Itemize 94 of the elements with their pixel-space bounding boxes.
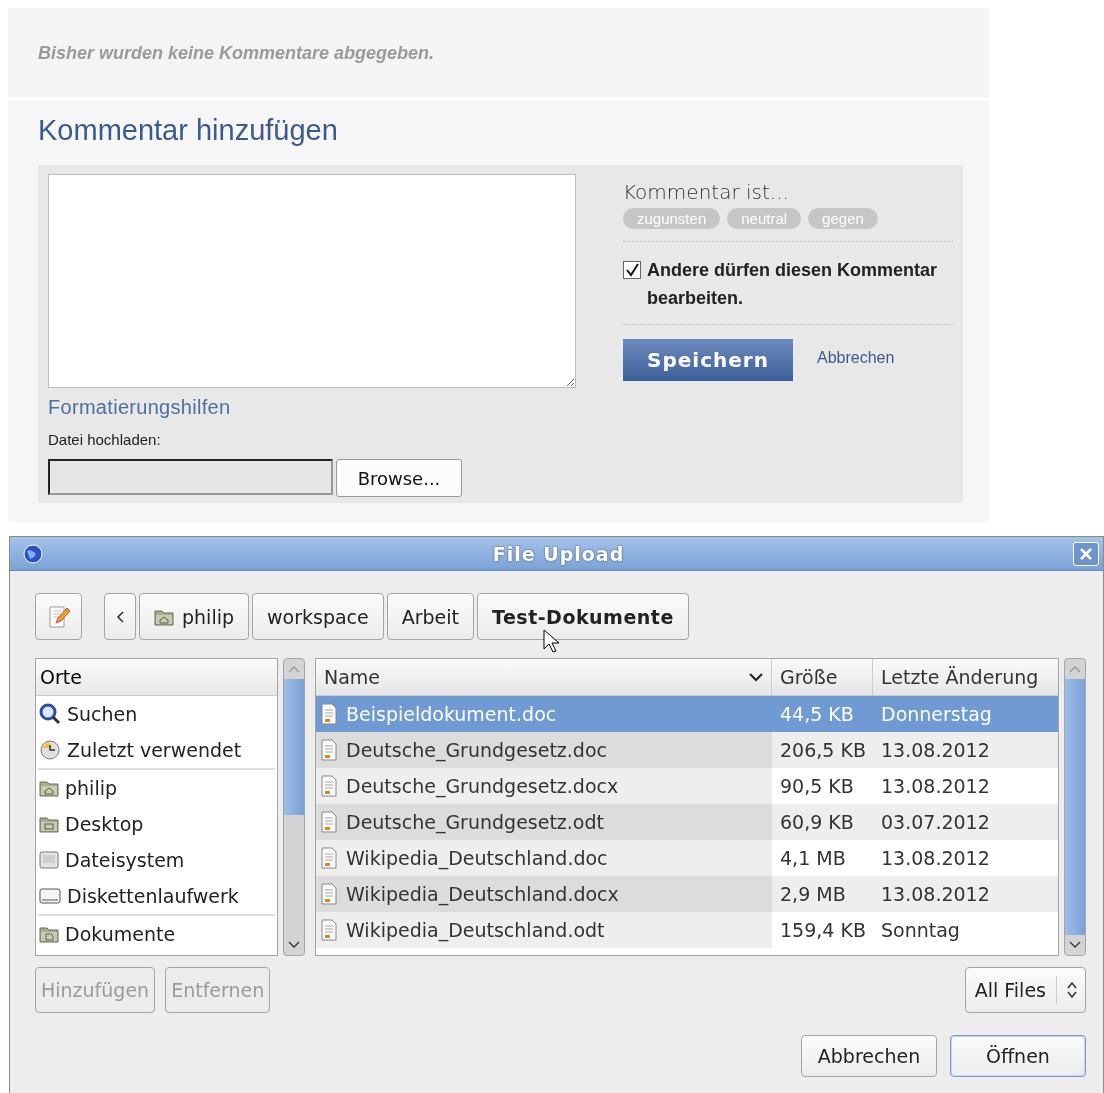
place-label: Diskettenlaufwerk bbox=[67, 885, 239, 907]
section-heading: Kommentar hinzufügen bbox=[38, 114, 339, 147]
file-name: Wikipedia_Deutschland.doc bbox=[346, 847, 608, 869]
file-size: 4,1 MB bbox=[780, 847, 846, 869]
file-size: 44,5 KB bbox=[780, 703, 854, 725]
file-name: Beispieldokument.doc bbox=[346, 703, 557, 725]
search-icon bbox=[39, 703, 61, 725]
places-header[interactable]: Orte bbox=[36, 659, 277, 696]
header-label: Name bbox=[324, 666, 381, 688]
path-button[interactable]: workspace bbox=[252, 593, 384, 640]
file-date: 13.08.2012 bbox=[881, 883, 990, 905]
dropdown-value: All Files bbox=[974, 979, 1046, 1001]
document-icon bbox=[320, 811, 338, 833]
place-label: Dateisystem bbox=[65, 849, 185, 871]
column-header[interactable]: Letzte Änderung bbox=[873, 659, 1058, 695]
close-icon bbox=[1079, 546, 1093, 561]
file-date: 13.08.2012 bbox=[881, 739, 990, 761]
scroll-down-icon bbox=[1069, 941, 1081, 949]
file-date: Sonntag bbox=[881, 919, 960, 941]
window-title: File Upload bbox=[491, 542, 626, 565]
file-path-field[interactable] bbox=[48, 459, 333, 495]
documents-folder-icon bbox=[39, 924, 59, 944]
cancel-link[interactable]: Abbrechen bbox=[817, 349, 895, 367]
checkbox[interactable] bbox=[623, 261, 641, 279]
document-icon bbox=[320, 775, 338, 797]
checkbox-label: Andere dürfen diesen Kommentar bearbeiten. bbox=[647, 259, 939, 310]
clock-icon bbox=[39, 739, 61, 761]
home-folder-icon bbox=[39, 778, 59, 798]
place-label: Zuletzt verwendet bbox=[67, 739, 242, 761]
file-name: Deutsche_Grundgesetz.doc bbox=[346, 739, 607, 761]
formatting-help-link[interactable]: Formatierungshilfen bbox=[48, 396, 576, 419]
browse-button[interactable]: Browse... bbox=[336, 459, 462, 497]
upload-label: Datei hochladen: bbox=[48, 431, 162, 448]
place-row[interactable]: philip bbox=[36, 770, 277, 806]
document-icon bbox=[320, 739, 338, 761]
pencil-icon bbox=[47, 604, 70, 629]
chevron-left-icon bbox=[116, 610, 124, 623]
document-icon bbox=[320, 883, 338, 905]
column-header[interactable]: Größe bbox=[772, 659, 873, 695]
scrollbar-thumb[interactable] bbox=[1065, 679, 1085, 935]
document-icon bbox=[320, 847, 338, 869]
path-button[interactable]: philip bbox=[139, 593, 249, 640]
scrollbar-thumb[interactable] bbox=[284, 679, 304, 816]
file-type-dropdown[interactable]: All Files bbox=[964, 967, 1086, 1013]
file-name: Wikipedia_Deutschland.docx bbox=[346, 883, 619, 905]
place-row[interactable]: Suchen bbox=[36, 696, 277, 732]
column-header[interactable]: Name bbox=[316, 659, 772, 695]
file-size: 2,9 MB bbox=[780, 883, 846, 905]
place-row[interactable]: Dateisystem bbox=[36, 842, 277, 878]
scrollbar[interactable] bbox=[1064, 658, 1086, 956]
file-date: 13.08.2012 bbox=[881, 775, 990, 797]
no-comments-message: Bisher wurden keine Kommentare abgegeben. bbox=[38, 42, 435, 64]
dialog-button[interactable]: Öffnen bbox=[950, 1035, 1086, 1077]
file-date: 03.07.2012 bbox=[881, 811, 990, 833]
path-button[interactable]: Test-Dokumente bbox=[477, 593, 689, 640]
place-label: Dokumente bbox=[65, 923, 176, 945]
file-size: 206,5 KB bbox=[780, 739, 866, 761]
place-label: Desktop bbox=[65, 813, 144, 835]
place-row[interactable]: Zuletzt verwendet bbox=[36, 732, 277, 768]
place-row[interactable]: Desktop bbox=[36, 806, 277, 842]
desktop-folder-icon bbox=[39, 814, 59, 834]
updown-chevron-icon bbox=[1067, 981, 1077, 999]
save-button[interactable]: Speichern bbox=[623, 339, 793, 381]
file-name: Deutsche_Grundgesetz.docx bbox=[346, 775, 619, 797]
document-icon bbox=[320, 703, 338, 725]
place-row[interactable]: Dokumente bbox=[36, 916, 277, 952]
path-button[interactable]: Arbeit bbox=[386, 593, 474, 640]
mouse-pointer-icon bbox=[543, 629, 559, 653]
back-button[interactable] bbox=[104, 593, 136, 640]
file-date: 13.08.2012 bbox=[881, 847, 990, 869]
globe-icon bbox=[22, 542, 44, 565]
sort-chevron-icon bbox=[749, 672, 763, 682]
file-size: 159,4 KB bbox=[780, 919, 866, 941]
header-label: Größe bbox=[780, 666, 838, 688]
file-size: 60,9 KB bbox=[780, 811, 854, 833]
drive-icon bbox=[39, 850, 59, 870]
file-name: Deutsche_Grundgesetz.odt bbox=[346, 811, 604, 833]
place-label: Suchen bbox=[67, 703, 138, 725]
place-row[interactable]: Diskettenlaufwerk bbox=[36, 878, 277, 914]
document-icon bbox=[320, 919, 338, 941]
scroll-up-icon bbox=[288, 665, 300, 673]
scrollbar[interactable] bbox=[283, 658, 305, 956]
edit-location-button[interactable] bbox=[35, 593, 82, 640]
header-label: Letzte Änderung bbox=[881, 666, 1039, 688]
stance-label: Kommentar ist... bbox=[623, 180, 790, 204]
close-button[interactable] bbox=[1073, 541, 1099, 566]
floppy-drive-icon bbox=[39, 886, 61, 906]
dialog-button[interactable]: Abbrechen bbox=[801, 1035, 937, 1077]
file-date: Donnerstag bbox=[881, 703, 992, 725]
file-size: 90,5 KB bbox=[780, 775, 854, 797]
file-name: Wikipedia_Deutschland.odt bbox=[346, 919, 605, 941]
scroll-down-icon bbox=[288, 941, 300, 949]
scroll-up-icon bbox=[1069, 665, 1081, 673]
place-label: philip bbox=[65, 777, 117, 799]
